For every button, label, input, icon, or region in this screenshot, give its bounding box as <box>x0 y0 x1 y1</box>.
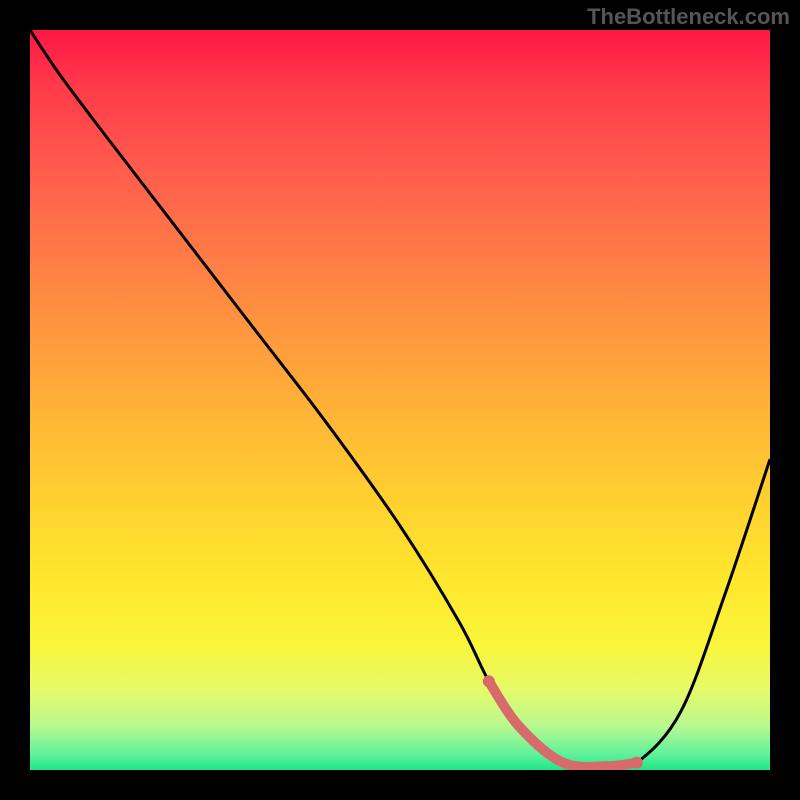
chart-svg <box>30 30 770 770</box>
optimal-range-highlight <box>489 681 637 767</box>
chart-area <box>30 30 770 770</box>
optimal-end-dot <box>631 757 643 769</box>
bottleneck-line <box>30 30 770 768</box>
watermark-text: TheBottleneck.com <box>587 4 790 30</box>
optimal-start-dot <box>483 675 495 687</box>
